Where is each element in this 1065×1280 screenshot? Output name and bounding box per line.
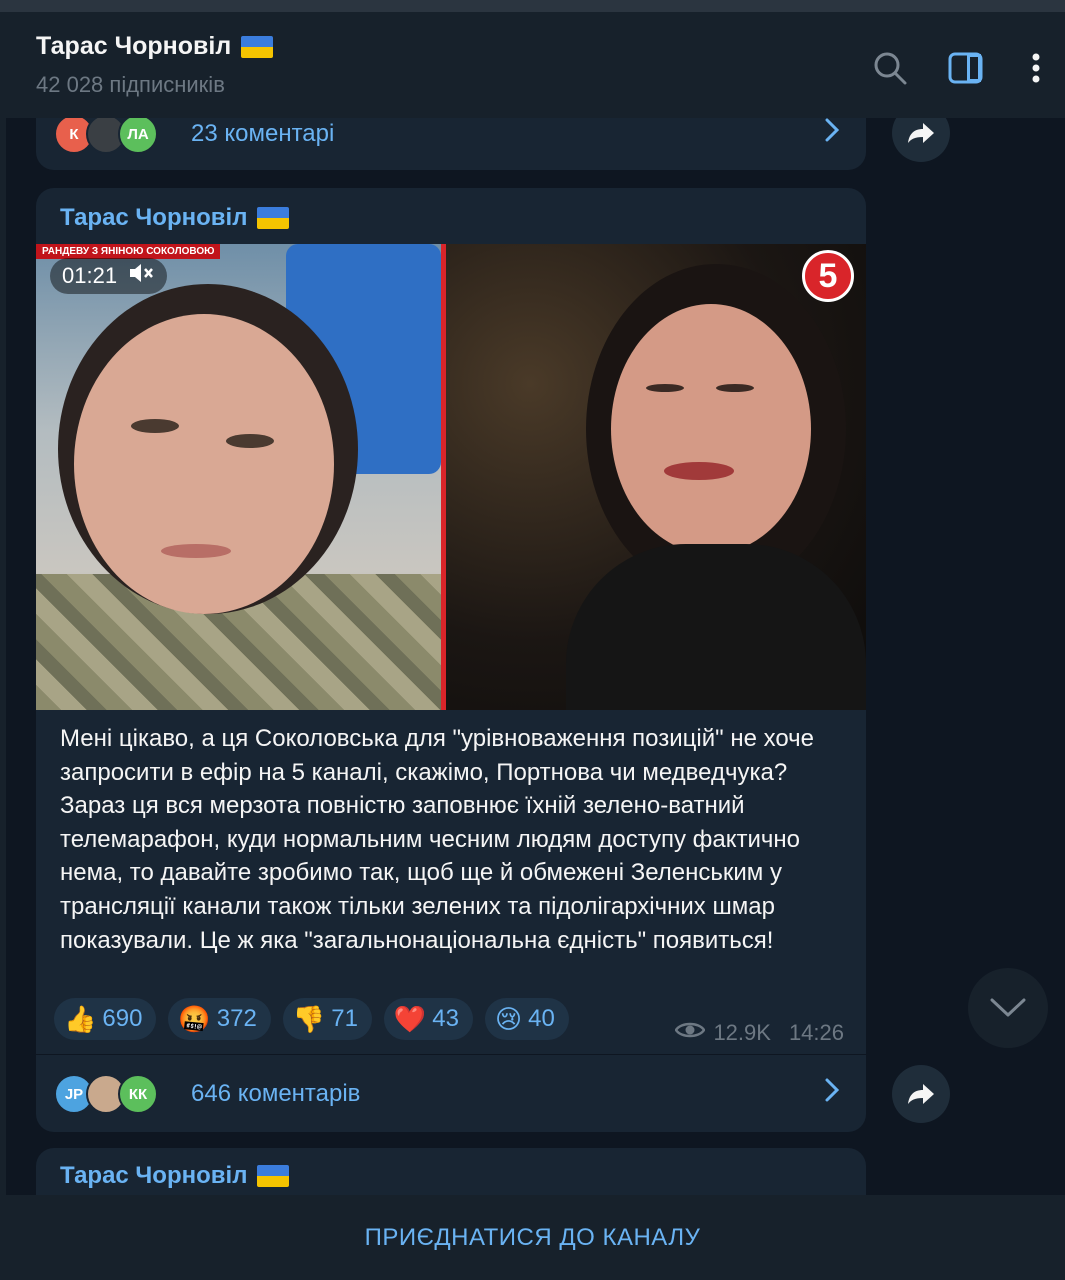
post-author[interactable]: Тарас Чорновіл [60,1162,290,1190]
comments-link[interactable]: К ЛА 23 коментарі [36,118,866,170]
comments-link[interactable]: JP КК 646 коментарів [36,1055,866,1133]
comments-count: 23 коментарі [191,120,335,147]
reaction-count: 372 [216,1005,257,1032]
avatar: ЛА [118,118,158,154]
ukraine-flag-icon [257,207,290,229]
post-author-name: Тарас Чорновіл [60,204,248,231]
feed-left-edge [0,118,6,1195]
share-icon[interactable] [892,1065,950,1123]
reaction-crying[interactable]: 😢 40 [485,998,569,1040]
channel-title[interactable]: Тарас Чорновіл [36,32,274,61]
reaction-angry[interactable]: 🤬 372 [168,998,271,1040]
avatar: КК [118,1074,158,1114]
channel-post: Тарас Чорновіл РАНДЕВУ З ЯНІНОЮ СОКОЛОВО… [36,188,866,1132]
thumbs-down-icon: 👎 [292,1004,326,1034]
next-post: Тарас Чорновіл [36,1148,866,1195]
ukraine-flag-icon [257,1165,290,1187]
post-text: Мені цікаво, а ця Соколовська для "урівн… [60,725,815,954]
heart-icon: ❤️ [393,1004,427,1034]
window-top-strip [0,0,1065,12]
comments-count: 646 коментарів [191,1080,361,1107]
video-left-panel [36,244,441,710]
reaction-thumbs-up[interactable]: 👍 690 [54,998,157,1040]
commenter-avatars: JP КК [54,1074,158,1114]
reaction-heart[interactable]: ❤️ 43 [383,998,473,1040]
join-bar: ПРИЄДНАТИСЯ ДО КАНАЛУ [0,1195,1065,1280]
scroll-down-button[interactable] [968,968,1048,1048]
channel-header: Тарас Чорновіл 42 028 підписників [0,12,1065,118]
more-vertical-icon[interactable] [1016,48,1056,88]
muted-speaker-icon [127,261,155,291]
video-duration-badge[interactable]: 01:21 [50,258,168,294]
thumbs-up-icon: 👍 [64,1004,97,1034]
channel-5-logo: 5 [802,250,854,302]
eye-icon [674,1020,706,1046]
video-right-panel [446,244,866,710]
show-label: РАНДЕВУ З ЯНІНОЮ СОКОЛОВОЮ [36,244,221,259]
sidebar-toggle-icon[interactable] [946,48,986,88]
video-player[interactable]: РАНДЕВУ З ЯНІНОЮ СОКОЛОВОЮ 01:21 5 [36,244,866,710]
reaction-count: 71 [331,1005,358,1032]
post-author[interactable]: Тарас Чорновіл [60,204,290,232]
join-channel-button[interactable]: ПРИЄДНАТИСЯ ДО КАНАЛУ [365,1224,701,1252]
chevron-down-icon [990,998,1026,1017]
reactions-bar: 👍 690 🤬 372 👎 71 ❤️ 43 😢 40 [54,998,569,1040]
ukraine-flag-icon [241,35,274,58]
post-time: 14:26 [788,1020,844,1045]
crying-face-icon: 😢 [495,1004,523,1034]
previous-post: К ЛА 23 коментарі [36,118,866,170]
post-meta: 12.9K 14:26 [674,1020,844,1046]
angry-face-icon: 🤬 [178,1004,211,1034]
chevron-right-icon [824,118,840,151]
subscriber-count: 42 028 підписників [36,72,225,97]
message-feed[interactable]: К ЛА 23 коментарі Тарас Чорновіл РАНДЕВУ… [0,118,1065,1195]
view-count: 12.9K [713,1020,771,1045]
video-duration: 01:21 [62,263,118,288]
share-icon[interactable] [892,118,950,162]
reaction-count: 40 [528,1005,555,1032]
reaction-thumbs-down[interactable]: 👎 71 [282,998,372,1040]
post-author-name: Тарас Чорновіл [60,1162,248,1189]
reaction-count: 43 [432,1005,459,1032]
reaction-count: 690 [102,1005,143,1032]
chevron-right-icon [824,1077,840,1111]
channel-name: Тарас Чорновіл [36,32,232,60]
search-icon[interactable] [870,48,910,88]
commenter-avatars: К ЛА [54,118,158,154]
